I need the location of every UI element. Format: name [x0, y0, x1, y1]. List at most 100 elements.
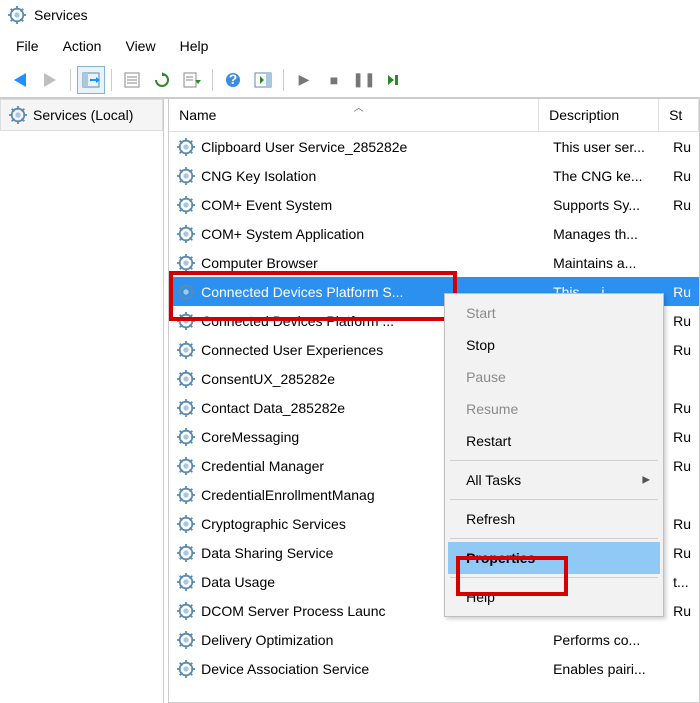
cell-status: Ru — [673, 342, 691, 358]
export-list-button[interactable] — [178, 66, 206, 94]
cell-name: Clipboard User Service_285282e — [201, 139, 553, 155]
nav-back-button[interactable] — [6, 66, 34, 94]
sidebar: Services (Local) — [0, 99, 164, 703]
menu-file[interactable]: File — [6, 34, 49, 58]
ctx-separator — [450, 460, 658, 461]
cell-desc: Supports Sy... — [553, 197, 673, 213]
gear-icon — [9, 106, 27, 124]
toolbar-separator — [212, 69, 213, 91]
gear-icon — [177, 138, 195, 156]
menu-help[interactable]: Help — [170, 34, 219, 58]
ctx-restart[interactable]: Restart — [448, 425, 660, 457]
restart-service-button[interactable] — [380, 66, 408, 94]
main-area: Services (Local) ︿ Name Description St C… — [0, 98, 700, 703]
cell-name: Computer Browser — [201, 255, 553, 271]
ctx-help[interactable]: Help — [448, 581, 660, 613]
menu-view[interactable]: View — [115, 34, 165, 58]
ctx-refresh[interactable]: Refresh — [448, 503, 660, 535]
table-row[interactable]: Delivery OptimizationPerforms co... — [169, 625, 699, 654]
menu-action[interactable]: Action — [53, 34, 112, 58]
toolbar-separator — [111, 69, 112, 91]
column-status[interactable]: St — [659, 99, 699, 131]
gear-icon — [177, 254, 195, 272]
ctx-pause: Pause — [448, 361, 660, 393]
cell-status: t... — [673, 574, 691, 590]
start-service-button[interactable]: ▶ — [290, 66, 318, 94]
cell-status: Ru — [673, 429, 691, 445]
app-icon — [8, 6, 26, 24]
cell-status: Ru — [673, 197, 691, 213]
cell-name: COM+ Event System — [201, 197, 553, 213]
ctx-separator — [450, 577, 658, 578]
svg-text:?: ? — [229, 72, 238, 87]
services-list: ︿ Name Description St Clipboard User Ser… — [168, 99, 700, 703]
sort-indicator-icon: ︿ — [354, 99, 364, 114]
stop-service-button[interactable]: ■ — [320, 66, 348, 94]
gear-icon — [177, 660, 195, 678]
help-button[interactable]: ? — [219, 66, 247, 94]
table-row[interactable]: Device Association ServiceEnables pairi.… — [169, 654, 699, 683]
ctx-separator — [450, 499, 658, 500]
cell-name: COM+ System Application — [201, 226, 553, 242]
gear-icon — [177, 457, 195, 475]
sidebar-item-services-local[interactable]: Services (Local) — [0, 99, 163, 131]
gear-icon — [177, 428, 195, 446]
toolbar-separator — [70, 69, 71, 91]
table-row[interactable]: CNG Key IsolationThe CNG ke...Ru — [169, 161, 699, 190]
window-title: Services — [34, 7, 88, 23]
gear-icon — [177, 515, 195, 533]
refresh-button[interactable] — [148, 66, 176, 94]
column-description[interactable]: Description — [539, 99, 659, 131]
cell-desc: This user ser... — [553, 139, 673, 155]
context-menu: Start Stop Pause Resume Restart All Task… — [444, 293, 664, 617]
gear-icon — [177, 602, 195, 620]
properties-button[interactable] — [118, 66, 146, 94]
gear-icon — [177, 399, 195, 417]
gear-icon — [177, 283, 195, 301]
ctx-stop[interactable]: Stop — [448, 329, 660, 361]
ctx-properties[interactable]: Properties — [448, 542, 660, 574]
cell-status: Ru — [673, 284, 691, 300]
cell-desc: Performs co... — [553, 632, 673, 648]
toolbar: ? ▶ ■ ❚❚ — [0, 62, 700, 98]
cell-status: Ru — [673, 400, 691, 416]
cell-desc: Enables pairi... — [553, 661, 673, 677]
gear-icon — [177, 196, 195, 214]
gear-icon — [177, 544, 195, 562]
action-pane-button[interactable] — [249, 66, 277, 94]
cell-desc: Manages th... — [553, 226, 673, 242]
cell-name: CNG Key Isolation — [201, 168, 553, 184]
table-row[interactable]: Computer BrowserMaintains a... — [169, 248, 699, 277]
ctx-resume: Resume — [448, 393, 660, 425]
cell-desc: Maintains a... — [553, 255, 673, 271]
gear-icon — [177, 370, 195, 388]
table-row[interactable]: Clipboard User Service_285282eThis user … — [169, 132, 699, 161]
cell-name: Device Association Service — [201, 661, 553, 677]
gear-icon — [177, 167, 195, 185]
column-name[interactable]: ︿ Name — [169, 99, 539, 131]
pause-service-button[interactable]: ❚❚ — [350, 66, 378, 94]
ctx-start: Start — [448, 297, 660, 329]
cell-status: Ru — [673, 139, 691, 155]
table-row[interactable]: COM+ Event SystemSupports Sy...Ru — [169, 190, 699, 219]
ctx-separator — [450, 538, 658, 539]
gear-icon — [177, 312, 195, 330]
gear-icon — [177, 486, 195, 504]
cell-status: Ru — [673, 168, 691, 184]
cell-status: Ru — [673, 516, 691, 532]
gear-icon — [177, 631, 195, 649]
titlebar: Services — [0, 0, 700, 30]
cell-status: Ru — [673, 603, 691, 619]
ctx-all-tasks[interactable]: All Tasks ▶ — [448, 464, 660, 496]
table-row[interactable]: COM+ System ApplicationManages th... — [169, 219, 699, 248]
toolbar-separator — [283, 69, 284, 91]
cell-name: Delivery Optimization — [201, 632, 553, 648]
cell-status: Ru — [673, 313, 691, 329]
cell-status: Ru — [673, 545, 691, 561]
show-hide-tree-button[interactable] — [77, 66, 105, 94]
menubar: File Action View Help — [0, 30, 700, 62]
gear-icon — [177, 225, 195, 243]
list-header: ︿ Name Description St — [169, 99, 699, 132]
nav-forward-button — [36, 66, 64, 94]
sidebar-item-label: Services (Local) — [33, 107, 133, 123]
